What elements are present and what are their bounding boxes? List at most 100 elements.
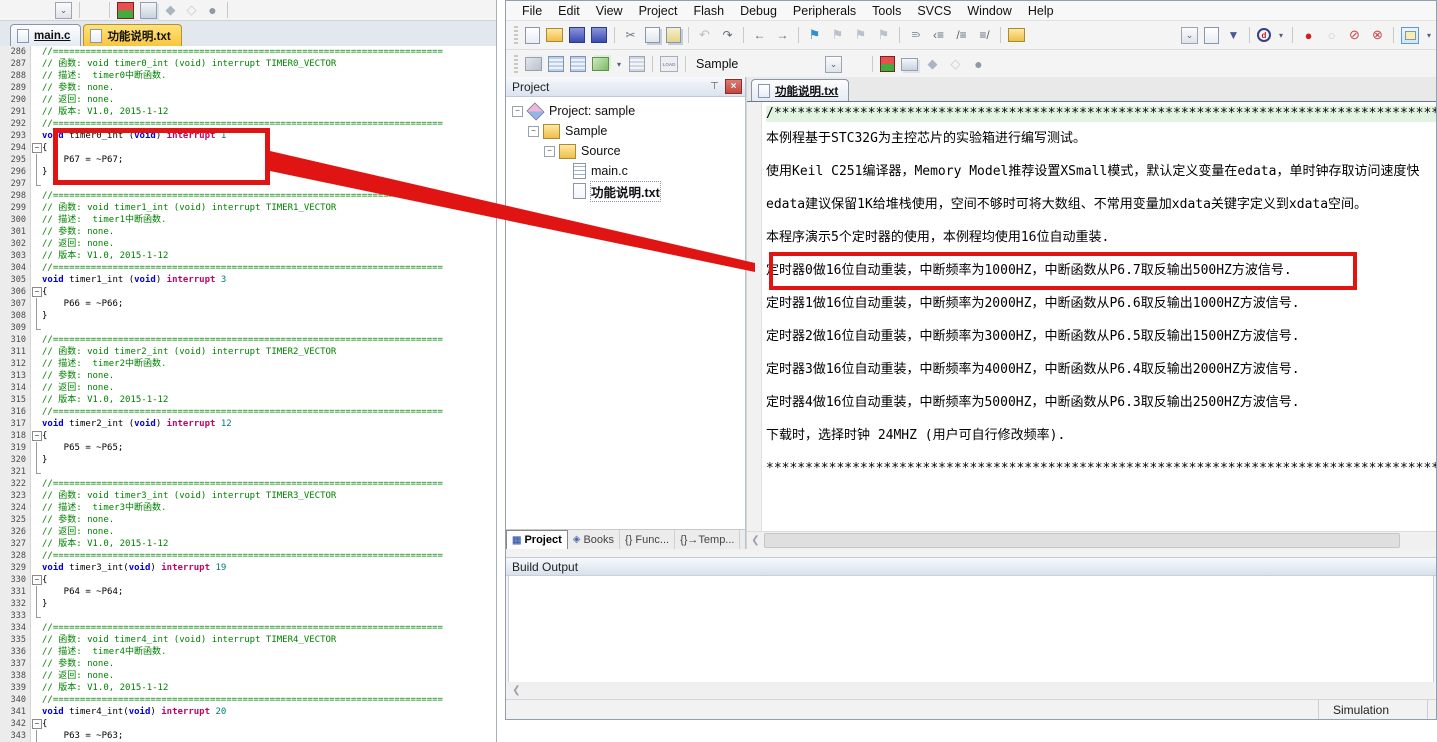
menu-flash[interactable]: Flash	[685, 4, 732, 18]
code-line[interactable]: 331 P64 = ~P64;	[0, 586, 496, 598]
code-line[interactable]: 342{	[0, 718, 496, 730]
code-line[interactable]: 295 P67 = ~P67;	[0, 154, 496, 166]
code-line[interactable]: 290// 返回: none.	[0, 94, 496, 106]
menu-window[interactable]: Window	[959, 4, 1019, 18]
code-line[interactable]: 324// 描述: timer3中断函数.	[0, 502, 496, 514]
tree-item-sample[interactable]: −Sample	[506, 121, 745, 141]
code-line[interactable]: 307 P66 = ~P66;	[0, 298, 496, 310]
code-line[interactable]: 322//===================================…	[0, 478, 496, 490]
bookmark-prev-icon[interactable]: ⚑	[829, 27, 846, 44]
download-load-icon[interactable]: LOAD	[660, 56, 678, 72]
manage-windows-icon[interactable]	[140, 2, 157, 19]
start-debug-icon[interactable]	[880, 56, 895, 72]
memory-zoom-icon[interactable]: d	[1257, 28, 1271, 42]
code-line[interactable]: 326// 返回: none.	[0, 526, 496, 538]
code-line[interactable]: 312// 描述: timer2中断函数.	[0, 358, 496, 370]
code-line[interactable]: 303// 版本: V1.0, 2015-1-12	[0, 250, 496, 262]
menu-file[interactable]: File	[514, 4, 550, 18]
code-line[interactable]: 335// 函数: void timer4_int (void) interru…	[0, 634, 496, 646]
indent-right-icon[interactable]: ‹≡	[930, 27, 947, 44]
code-line[interactable]: 323// 函数: void timer3_int (void) interru…	[0, 490, 496, 502]
start-debug-icon[interactable]	[117, 2, 134, 19]
enable-breakpoint-icon[interactable]: ○	[1323, 27, 1340, 44]
code-line[interactable]: 318{	[0, 430, 496, 442]
close-icon[interactable]: ×	[725, 79, 742, 94]
code-line[interactable]: 340//===================================…	[0, 694, 496, 706]
menu-debug[interactable]: Debug	[732, 4, 785, 18]
save-icon[interactable]	[569, 27, 585, 43]
panel-tab-project[interactable]: ▦Project	[506, 530, 568, 549]
rebuild-all-icon[interactable]	[570, 56, 586, 72]
code-line[interactable]: 286//===================================…	[0, 46, 496, 58]
editor-horizontal-scrollbar[interactable]: ❮	[747, 531, 1436, 549]
code-line[interactable]: 341void timer4_int(void) interrupt 20	[0, 706, 496, 718]
code-line[interactable]: 305void timer1_int (void) interrupt 3	[0, 274, 496, 286]
code-line[interactable]: 310//===================================…	[0, 334, 496, 346]
indent-left-icon[interactable]: ≡›	[907, 27, 924, 44]
code-line[interactable]: 337// 参数: none.	[0, 658, 496, 670]
code-line[interactable]: 330{	[0, 574, 496, 586]
menu-tools[interactable]: Tools	[864, 4, 909, 18]
component-sphere-icon[interactable]: ●	[970, 56, 987, 73]
find-in-files-dialog-icon[interactable]	[1204, 27, 1219, 44]
save-all-icon[interactable]	[591, 27, 607, 43]
tree-item-project-sample[interactable]: −Project: sample	[506, 101, 745, 121]
menu-svcs[interactable]: SVCS	[909, 4, 959, 18]
tree-item-main.c[interactable]: main.c	[506, 161, 745, 181]
open-file-icon[interactable]	[546, 28, 563, 42]
left-code-editor[interactable]: 286//===================================…	[0, 46, 496, 742]
component-diamond-icon[interactable]: ◆	[924, 56, 941, 73]
code-line[interactable]: 329void timer3_int(void) interrupt 19	[0, 562, 496, 574]
target-combo-arrow-icon[interactable]: ⌄	[55, 2, 72, 19]
code-line[interactable]: 298//===================================…	[0, 190, 496, 202]
code-line[interactable]: 292//===================================…	[0, 118, 496, 130]
code-line[interactable]: 314// 返回: none.	[0, 382, 496, 394]
batch-build-dropdown-icon[interactable]: ▾	[615, 56, 623, 73]
code-line[interactable]: 297	[0, 178, 496, 190]
redo-icon[interactable]: ↷	[719, 27, 736, 44]
code-line[interactable]: 300// 描述: timer1中断函数.	[0, 214, 496, 226]
code-line[interactable]: 288// 描述: timer0中断函数.	[0, 70, 496, 82]
menu-view[interactable]: View	[588, 4, 631, 18]
panel-tab-books[interactable]: ◈Books	[568, 530, 620, 549]
pin-icon[interactable]: ⊤	[707, 80, 722, 93]
insert-breakpoint-icon[interactable]: ●	[1300, 27, 1317, 44]
menu-edit[interactable]: Edit	[550, 4, 588, 18]
manage-windows-icon[interactable]	[901, 58, 918, 71]
code-line[interactable]: 291// 版本: V1.0, 2015-1-12	[0, 106, 496, 118]
fold-collapse-icon[interactable]	[31, 286, 42, 298]
right-editor-content[interactable]: /***************************************…	[747, 102, 1436, 531]
menu-project[interactable]: Project	[631, 4, 686, 18]
bookmark-clear-icon[interactable]: ⚑	[875, 27, 892, 44]
code-line[interactable]: 304//===================================…	[0, 262, 496, 274]
menu-help[interactable]: Help	[1020, 4, 1062, 18]
scroll-left-icon[interactable]: ❮	[508, 685, 525, 696]
code-line[interactable]: 296}	[0, 166, 496, 178]
window-layout-icon[interactable]	[1401, 27, 1419, 44]
code-line[interactable]: 309	[0, 322, 496, 334]
code-line[interactable]: 289// 参数: none.	[0, 82, 496, 94]
tree-item--.txt[interactable]: 功能说明.txt	[506, 181, 745, 201]
code-line[interactable]: 339// 版本: V1.0, 2015-1-12	[0, 682, 496, 694]
component-diamond-icon[interactable]: ◆	[163, 3, 178, 18]
code-line[interactable]: 315// 版本: V1.0, 2015-1-12	[0, 394, 496, 406]
code-line[interactable]: 287// 函数: void timer0_int (void) interru…	[0, 58, 496, 70]
component-funnel-icon[interactable]: ◇	[947, 56, 964, 73]
batch-build-icon[interactable]	[592, 57, 609, 71]
kill-all-breakpoints-icon[interactable]: ⊗	[1369, 27, 1386, 44]
build-target-icon[interactable]	[548, 56, 564, 72]
scroll-left-icon[interactable]: ❮	[747, 535, 764, 546]
code-line[interactable]: 299// 函数: void timer1_int (void) interru…	[0, 202, 496, 214]
options-wand-icon[interactable]	[848, 56, 865, 73]
fold-collapse-icon[interactable]	[31, 142, 42, 154]
code-line[interactable]: 343 P63 = ~P63;	[0, 730, 496, 742]
zoom-dropdown-icon[interactable]: ▾	[1277, 27, 1285, 44]
search-combo-icon[interactable]: ⌄	[1181, 27, 1198, 44]
code-line[interactable]: 319 P65 = ~P65;	[0, 442, 496, 454]
navigate-forward-icon[interactable]: →	[774, 27, 791, 44]
fold-collapse-icon[interactable]	[31, 430, 42, 442]
code-line[interactable]: 306{	[0, 286, 496, 298]
component-sphere-icon[interactable]: ●	[205, 3, 220, 18]
code-line[interactable]: 294{	[0, 142, 496, 154]
code-line[interactable]: 321	[0, 466, 496, 478]
